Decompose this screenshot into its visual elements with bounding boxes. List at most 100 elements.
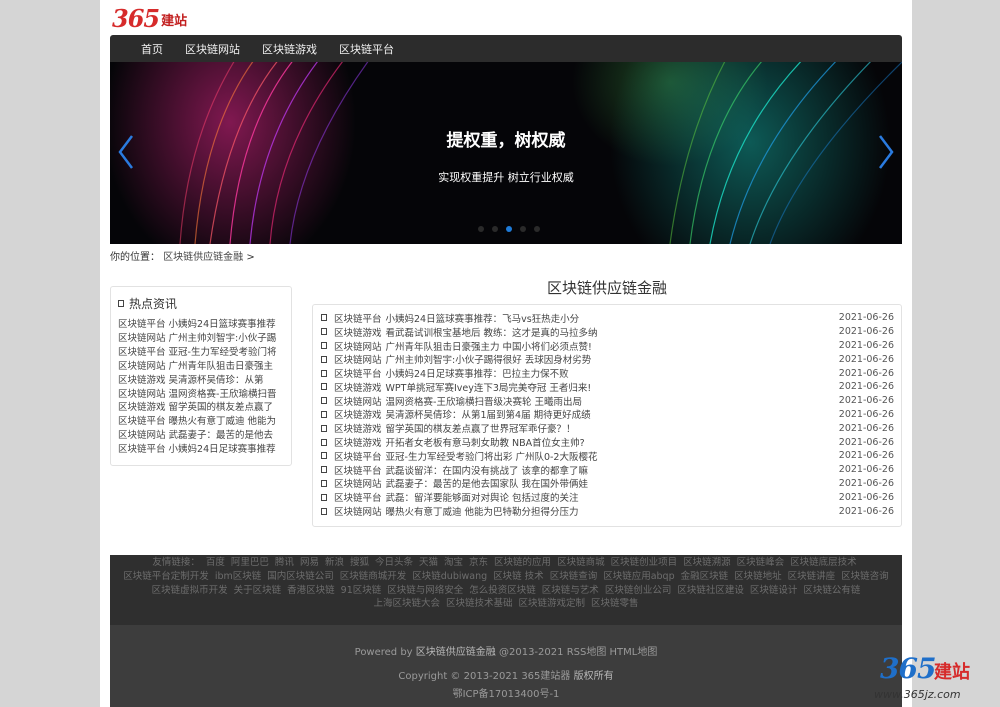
footer-site-link[interactable]: 区块链供应链金融 [416,647,496,658]
article-row[interactable]: 区块链游戏 吴清源杯吴倩珍：从第1届到第4届 期待更好成绩 2021-06-26 [321,408,894,421]
article-category[interactable]: 区块链平台 [334,493,382,504]
nav-item-games[interactable]: 区块链游戏 [262,41,317,57]
friend-link[interactable]: 区块链dubiwang [412,571,487,582]
article-row[interactable]: 区块链网站 武磊妻子：最苦的是他去国家队 我在国外带俩娃 2021-06-26 [321,477,894,490]
nav-item-platform[interactable]: 区块链平台 [339,41,394,57]
site-logo[interactable]: 365 建站 [112,4,187,32]
article-title[interactable]: WPT单挑冠军赛Ivey连下3局完美夺冠 王者归来! [386,383,592,394]
friend-link[interactable]: 上海区块链大会 [373,598,440,609]
carousel-dot-5[interactable] [534,226,540,232]
friend-link[interactable]: 区块链与艺术 [542,585,599,596]
article-row[interactable]: 区块链平台 武磊谈留洋：在国内没有挑战了 该拿的都拿了嘛 2021-06-26 [321,463,894,477]
friend-link[interactable]: 区块链溯源 [683,557,731,568]
friend-link[interactable]: 香港区块链 [287,585,335,596]
friend-link[interactable]: 区块链底层技术 [790,557,857,568]
chevron-left-icon[interactable] [116,134,136,170]
friend-link[interactable]: 区块链游戏定制 [519,598,586,609]
article-category[interactable]: 区块链网站 [334,397,382,408]
friend-link[interactable]: 区块链公有链 [803,585,860,596]
friend-link[interactable]: 区块链 技术 [493,571,544,582]
friend-link[interactable]: 区块链与网络安全 [387,585,463,596]
article-row[interactable]: 区块链平台 亚冠-生力军经受考验门将出彩 广州队0-2大阪樱花 2021-06-26 [321,449,894,463]
hot-news-item[interactable]: 区块链网站 广州主帅刘智宇:小伙子踢 [118,332,284,346]
hot-news-item[interactable]: 区块链网站 武磊妻子：最苦的是他去 [118,429,284,443]
article-category[interactable]: 区块链平台 [334,466,382,477]
article-row[interactable]: 区块链游戏 留学英国的棋友差点赢了世界冠军乖仔豪？！ 2021-06-26 [321,421,894,435]
article-category[interactable]: 区块链游戏 [334,438,382,449]
friend-link[interactable]: 区块链应用abqp [603,571,674,582]
article-row[interactable]: 区块链游戏 开拓者女老板有意马刺女助教 NBA首位女主帅? 2021-06-26 [321,435,894,449]
friend-link[interactable]: 国内区块链公司 [267,571,334,582]
friend-link[interactable]: 区块链地址 [734,571,782,582]
hot-news-item[interactable]: 区块链平台 小姨妈24日篮球赛事推荐 [118,318,284,332]
carousel-dot-1[interactable] [478,226,484,232]
friend-link[interactable]: 区块链虚拟币开发 [152,585,228,596]
article-title[interactable]: 广州主帅刘智宇:小伙子踢得很好 丢球因身材劣势 [386,355,592,366]
nav-item-home[interactable]: 首页 [141,41,163,57]
friend-link[interactable]: 搜狐 [350,557,369,568]
article-row[interactable]: 区块链网站 温网资格赛-王欣瑜横扫晋级决赛轮 王曦雨出局 2021-06-26 [321,394,894,408]
article-row[interactable]: 区块链网站 曝热火有意丁威迪 他能为巴特勒分担得分压力 2021-06-26 [321,504,894,518]
article-category[interactable]: 区块链网站 [334,479,382,490]
article-row[interactable]: 区块链网站 广州青年队狙击日豪强主力 中国小将们必须点赞! 2021-06-26 [321,339,894,353]
friend-link[interactable]: 91区块链 [341,585,382,596]
article-category[interactable]: 区块链网站 [334,507,382,518]
carousel-dot-4[interactable] [520,226,526,232]
hot-news-item[interactable]: 区块链平台 亚冠-生力军经受考验门将 [118,346,284,360]
article-category[interactable]: 区块链游戏 [334,328,382,339]
footer-rss-link[interactable]: RSS地图 [567,647,607,658]
article-title[interactable]: 武磊谈留洋：在国内没有挑战了 该拿的都拿了嘛 [386,466,589,477]
article-title[interactable]: 留学英国的棋友差点赢了世界冠军乖仔豪？！ [386,424,576,435]
article-category[interactable]: 区块链网站 [334,355,382,366]
friend-link[interactable]: 区块链的应用 [494,557,551,568]
friend-link[interactable]: 区块链创业公司 [605,585,672,596]
friend-link[interactable]: 区块链查询 [550,571,598,582]
article-row[interactable]: 区块链游戏 看武磊试训根宝基地后 教练：这才是真的马拉多纳 2021-06-26 [321,325,894,339]
friend-link[interactable]: 百度 [206,557,225,568]
friend-link[interactable]: 区块链商城 [557,557,605,568]
friend-link[interactable]: 网易 [300,557,319,568]
friend-link[interactable]: 区块链咨询 [841,571,889,582]
friend-link[interactable]: 淘宝 [444,557,463,568]
article-title[interactable]: 温网资格赛-王欣瑜横扫晋级决赛轮 王曦雨出局 [386,397,582,408]
article-category[interactable]: 区块链平台 [334,369,382,380]
nav-item-websites[interactable]: 区块链网站 [185,41,240,57]
friend-link[interactable]: 腾讯 [275,557,294,568]
article-category[interactable]: 区块链游戏 [334,410,382,421]
article-title[interactable]: 小姨妈24日篮球赛事推荐：飞马vs狂热走小分 [386,314,580,325]
article-title[interactable]: 广州青年队狙击日豪强主力 中国小将们必须点赞! [386,342,592,353]
footer-brand-link[interactable]: 365建站器 [521,671,570,682]
article-row[interactable]: 区块链游戏 WPT单挑冠军赛Ivey连下3局完美夺冠 王者归来! 2021-06-2… [321,380,894,394]
friend-link[interactable]: 新浪 [325,557,344,568]
hot-news-item[interactable]: 区块链网站 广州青年队狙击日豪强主 [118,360,284,374]
friend-link[interactable]: 区块链讲座 [788,571,836,582]
friend-link[interactable]: 区块链设计 [750,585,798,596]
article-row[interactable]: 区块链平台 小姨妈24日足球赛事推荐：巴拉主力保不败 2021-06-26 [321,366,894,380]
article-category[interactable]: 区块链网站 [334,342,382,353]
article-title[interactable]: 武磊：留洋要能够面对对舆论 包括过度的关注 [386,493,579,504]
article-title[interactable]: 小姨妈24日足球赛事推荐：巴拉主力保不败 [386,369,569,380]
article-category[interactable]: 区块链游戏 [334,424,382,435]
article-row[interactable]: 区块链网站 广州主帅刘智宇:小伙子踢得很好 丢球因身材劣势 2021-06-26 [321,352,894,366]
article-row[interactable]: 区块链平台 武磊：留洋要能够面对对舆论 包括过度的关注 2021-06-26 [321,490,894,504]
article-category[interactable]: 区块链游戏 [334,383,382,394]
hot-news-item[interactable]: 区块链网站 温网资格赛-王欣瑜横扫晋 [118,388,284,402]
friend-link[interactable]: 区块链社区建设 [677,585,744,596]
article-category[interactable]: 区块链平台 [334,314,382,325]
friend-link[interactable]: 天猫 [419,557,438,568]
article-row[interactable]: 区块链平台 小姨妈24日篮球赛事推荐：飞马vs狂热走小分 2021-06-26 [321,311,894,325]
hot-news-item[interactable]: 区块链平台 曝热火有意丁威迪 他能为 [118,415,284,429]
friend-link[interactable]: 今日头条 [375,557,413,568]
article-title[interactable]: 亚冠-生力军经受考验门将出彩 广州队0-2大阪樱花 [386,452,598,463]
friend-link[interactable]: 怎么投资区块链 [469,585,536,596]
hot-news-item[interactable]: 区块链游戏 吴清源杯吴倩珍：从第 [118,374,284,388]
friend-link[interactable]: 区块链创业项目 [611,557,678,568]
footer-icp[interactable]: 鄂ICP备17013400号-1 [110,685,902,700]
friend-link[interactable]: 关于区块链 [234,585,282,596]
friend-link[interactable]: ibm区块链 [215,571,261,582]
friend-link[interactable]: 区块链零售 [591,598,639,609]
carousel-dot-2[interactable] [492,226,498,232]
hot-news-item[interactable]: 区块链平台 小姨妈24日足球赛事推荐 [118,443,284,457]
breadcrumb-link[interactable]: 区块链供应链金融 [163,252,243,263]
friend-link[interactable]: 京东 [469,557,488,568]
